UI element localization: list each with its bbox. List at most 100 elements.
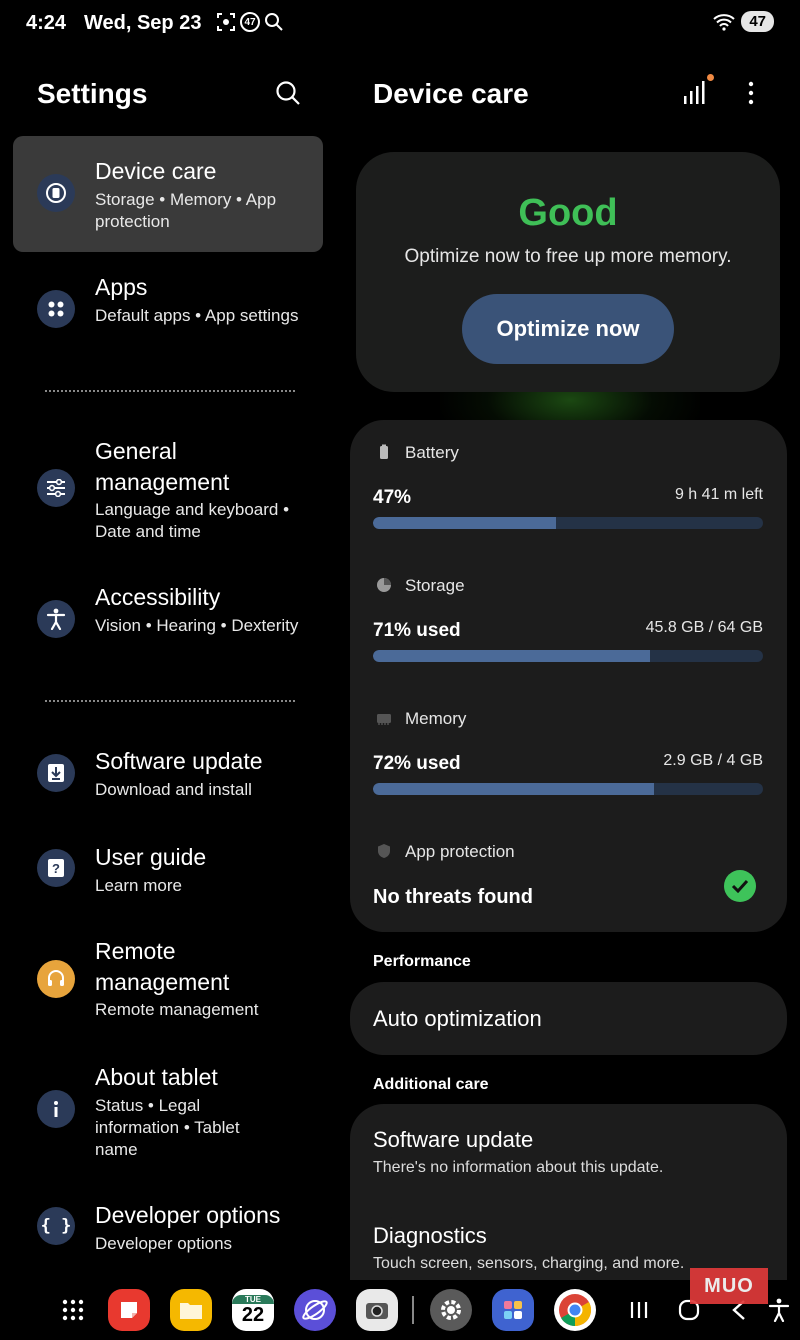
calendar-app-icon[interactable]: TUE 22 [232, 1289, 274, 1331]
care-item-subtitle: Touch screen, sensors, charging, and mor… [373, 1255, 685, 1272]
sidebar-item-subtitle: Learn more [95, 876, 182, 895]
app-protection-label[interactable]: App protection [405, 842, 515, 862]
battery-icon [380, 444, 388, 459]
notification-count-icon: 47 [240, 12, 260, 32]
taskbar: TUE 22 [0, 1280, 800, 1340]
sidebar-item-title: User guide [95, 844, 207, 870]
sidebar-item-subtitle: Vision • Hearing • Dexterity [95, 616, 299, 635]
settings-app-icon[interactable] [430, 1289, 472, 1331]
care-item-title: Software update [373, 1127, 534, 1152]
sidebar-item-subtitle: Remote management [95, 1000, 259, 1019]
notes-app-icon[interactable] [108, 1289, 150, 1331]
additional-care-header: Additional care [373, 1076, 489, 1093]
page-title: Device care [373, 78, 529, 109]
memory-detail: 2.9 GB / 4 GB [663, 752, 763, 769]
shield-icon [378, 844, 390, 858]
internet-app-icon[interactable] [294, 1289, 336, 1331]
sidebar-item-accessibility[interactable]: Accessibility Vision • Hearing • Dexteri… [13, 578, 323, 674]
sidebar-item-subtitle: Developer options [95, 1234, 233, 1253]
care-item-title: Diagnostics [373, 1223, 487, 1248]
sidebar-item-title: Device care [95, 158, 217, 184]
sidebar-item-developer-options[interactable]: { } Developer options Developer options [13, 1196, 323, 1262]
device-care-icon [37, 174, 75, 212]
sidebar-item-subtitle: Status • Legal information • Tablet name [95, 1096, 240, 1159]
battery-value: 47% [373, 487, 412, 508]
status-notification-icons: 47 [216, 12, 284, 32]
optimize-now-button[interactable]: Optimize now [462, 294, 674, 364]
sidebar-item-software-update[interactable]: Software update Download and install [13, 742, 323, 808]
memory-icon [377, 714, 391, 725]
memory-bar-fill [373, 783, 654, 795]
notification-dot [707, 74, 714, 81]
memory-progress-bar [373, 783, 763, 795]
search-status-icon [265, 13, 283, 31]
screenshot-icon [217, 13, 235, 31]
apps-icon [37, 290, 75, 328]
accessibility-icon [37, 600, 75, 638]
apps-grid-icon[interactable] [52, 1289, 94, 1331]
sidebar-item-about-tablet[interactable]: About tablet Status • Legal information … [13, 1058, 323, 1168]
section-divider [45, 700, 295, 702]
section-divider [45, 390, 295, 392]
svg-text:?: ? [52, 861, 60, 876]
headset-icon [37, 960, 75, 998]
sidebar-item-title: Developer options [95, 1202, 281, 1228]
status-date: Wed, Sep 23 [84, 12, 202, 34]
sidebar-item-subtitle: Storage • Memory • App protection [95, 190, 277, 231]
gallery-app-icon[interactable] [492, 1289, 534, 1331]
sidebar-item-device-care[interactable]: Device care Storage • Memory • App prote… [13, 136, 323, 252]
more-options-icon[interactable] [740, 80, 762, 106]
auto-optimization-item[interactable]: Auto optimization [350, 982, 787, 1055]
storage-label[interactable]: Storage [405, 576, 465, 596]
files-app-icon[interactable] [170, 1289, 212, 1331]
sidebar-item-apps[interactable]: Apps Default apps • App settings [13, 268, 323, 358]
watermark-logo: MUO [690, 1268, 768, 1304]
help-icon: ? [37, 849, 75, 887]
performance-header: Performance [373, 953, 471, 970]
battery-label[interactable]: Battery [405, 443, 459, 463]
status-label: Good [518, 192, 618, 234]
chrome-app-icon[interactable] [554, 1289, 596, 1331]
memory-label[interactable]: Memory [405, 709, 466, 729]
search-icon[interactable] [275, 80, 301, 106]
camera-app-icon[interactable] [356, 1289, 398, 1331]
check-icon [724, 870, 756, 902]
taskbar-separator [412, 1296, 414, 1324]
storage-icon [377, 578, 391, 592]
battery-progress-bar [373, 517, 763, 529]
status-description: Optimize now to free up more memory. [404, 246, 732, 267]
status-time: 4:24 [26, 12, 67, 34]
sidebar-item-subtitle: Download and install [95, 780, 252, 799]
recent-apps-icon[interactable] [618, 1289, 660, 1331]
sidebar-item-subtitle: Language and keyboard • Date and time [95, 500, 290, 541]
status-bar: 4:24 Wed, Sep 23 47 47 [0, 0, 800, 48]
calendar-day: 22 [241, 1303, 265, 1326]
sidebar-item-subtitle: Default apps • App settings [95, 306, 299, 325]
battery-bar-fill [373, 517, 557, 529]
sidebar-item-title: General management [95, 438, 230, 495]
app-protection-value: No threats found [373, 886, 533, 908]
sidebar-item-remote-management[interactable]: Remote management Remote management [13, 932, 323, 1028]
memory-value: 72% used [373, 753, 461, 774]
sidebar-item-title: Remote management [95, 938, 230, 995]
storage-bar-fill [373, 650, 650, 662]
care-item-subtitle: There's no information about this update… [373, 1159, 664, 1176]
performance-signal-icon[interactable] [682, 78, 710, 106]
settings-title: Settings [37, 78, 148, 109]
sidebar-item-user-guide[interactable]: ? User guide Learn more [13, 838, 323, 904]
storage-progress-bar [373, 650, 763, 662]
download-icon [37, 754, 75, 792]
battery-detail: 9 h 41 m left [674, 486, 763, 503]
device-stats-card: Battery 47% 9 h 41 m left Storage 71% us… [350, 420, 787, 932]
sidebar-item-title: About tablet [95, 1064, 218, 1090]
sidebar-item-general-management[interactable]: General management Language and keyboard… [13, 432, 323, 552]
sidebar-item-title: Accessibility [95, 584, 221, 610]
sidebar-item-title: Apps [95, 274, 148, 300]
auto-optimization-label: Auto optimization [373, 1006, 542, 1031]
wifi-icon [713, 13, 735, 31]
device-status-card: Good Optimize now to free up more memory… [356, 152, 780, 392]
battery-indicator: 47 [741, 11, 774, 32]
sliders-icon [37, 469, 75, 507]
info-icon [37, 1090, 75, 1128]
sidebar-item-title: Software update [95, 748, 263, 774]
